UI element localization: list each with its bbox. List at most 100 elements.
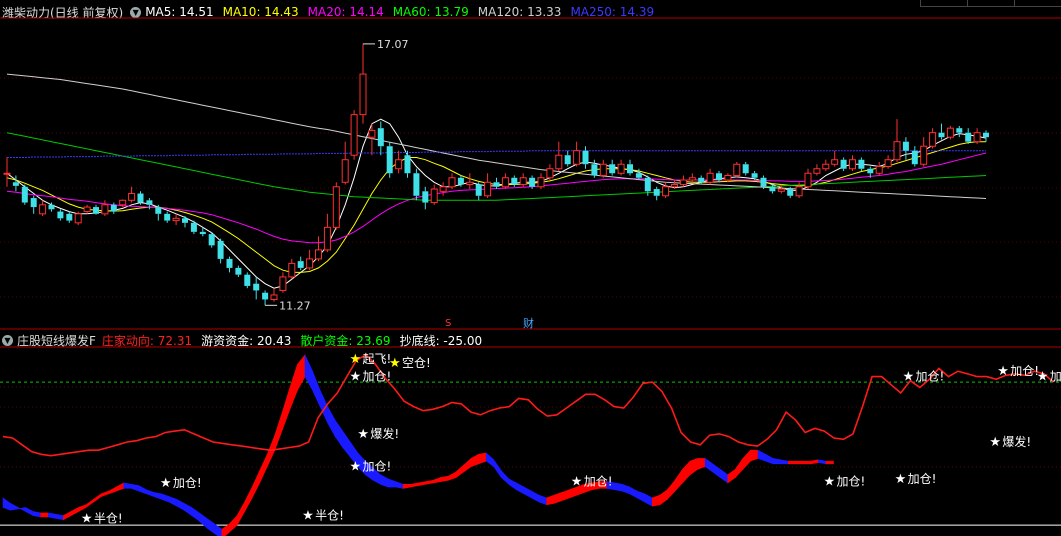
candle bbox=[66, 211, 73, 223]
signal-label: ★加仓! bbox=[350, 460, 392, 475]
candle-body bbox=[466, 181, 474, 186]
candle-body bbox=[164, 213, 171, 221]
candle bbox=[582, 146, 589, 169]
band-segment bbox=[463, 457, 472, 473]
candle bbox=[742, 161, 749, 176]
candle-body bbox=[973, 132, 981, 143]
candle bbox=[155, 204, 162, 221]
candle bbox=[983, 130, 989, 142]
star-icon: ★ bbox=[357, 427, 369, 442]
candle bbox=[679, 175, 687, 187]
signal-label: ★加仓! bbox=[160, 476, 202, 491]
candle-body bbox=[350, 114, 358, 156]
band-segment bbox=[712, 463, 721, 479]
candle-body bbox=[48, 204, 55, 210]
star-icon: ★ bbox=[350, 460, 362, 475]
candle-body bbox=[867, 168, 874, 174]
candle-body bbox=[341, 159, 349, 183]
candle-body bbox=[315, 249, 322, 260]
signal-text: 半仓! bbox=[94, 511, 123, 525]
candle bbox=[3, 157, 11, 187]
candle bbox=[555, 141, 563, 171]
candle-body bbox=[262, 292, 269, 300]
candle-body bbox=[128, 193, 136, 201]
band-segment bbox=[402, 483, 412, 489]
band-segment bbox=[417, 481, 427, 487]
candle-body bbox=[39, 204, 47, 215]
candle-body bbox=[279, 276, 287, 291]
candle-body bbox=[546, 168, 554, 179]
candle bbox=[609, 159, 616, 176]
candle-body bbox=[457, 177, 464, 185]
candle-body bbox=[377, 128, 384, 147]
candle-body bbox=[920, 145, 928, 165]
candle bbox=[262, 290, 269, 306]
band-segment bbox=[10, 502, 19, 511]
candle bbox=[270, 288, 278, 302]
band-segment bbox=[682, 460, 691, 484]
signal-label: ★加仓! bbox=[903, 370, 945, 385]
candle-body bbox=[751, 173, 758, 178]
band-segment bbox=[516, 482, 525, 495]
candle bbox=[74, 211, 82, 226]
band-segment bbox=[229, 514, 238, 533]
chart-canvas: 17.0711.27S 财 ★ 半仓!★ 加仓!★ 半仓!★ 加仓!★ 爆发!★ 加仓!★ 起飞… bbox=[0, 17, 1061, 536]
candle-body bbox=[582, 150, 589, 165]
candle bbox=[386, 141, 393, 178]
candle-body bbox=[172, 217, 180, 222]
signal-text: 加仓! bbox=[1010, 364, 1039, 378]
star-icon: ★ bbox=[81, 511, 93, 526]
candle-body bbox=[813, 168, 821, 174]
star-icon: ★ bbox=[350, 352, 362, 367]
candle-body bbox=[511, 177, 518, 185]
candle bbox=[902, 137, 909, 160]
candle-body bbox=[475, 184, 482, 196]
high-price-label: 17.07 bbox=[377, 38, 409, 51]
candle bbox=[395, 150, 403, 174]
candle-body bbox=[591, 164, 598, 176]
band-segment bbox=[115, 482, 125, 492]
band-segment bbox=[100, 490, 109, 497]
candle-body bbox=[270, 294, 278, 300]
candle-body bbox=[519, 177, 527, 186]
event-mark-cai: 财 bbox=[523, 316, 534, 330]
candle-body bbox=[627, 164, 633, 174]
candle bbox=[101, 200, 109, 217]
candle-body bbox=[74, 213, 82, 224]
low-price-label: 11.27 bbox=[279, 299, 311, 312]
signal-text: 爆发! bbox=[1002, 434, 1031, 449]
candle-body bbox=[448, 177, 456, 188]
candle-body bbox=[430, 188, 438, 204]
band-segment bbox=[629, 486, 638, 499]
band-segment bbox=[259, 454, 268, 484]
candle bbox=[315, 236, 322, 262]
candle-body bbox=[555, 154, 563, 170]
band-segment bbox=[380, 474, 389, 488]
band-segment bbox=[772, 458, 781, 465]
signal-text: 爆发! bbox=[370, 426, 399, 441]
candle-body bbox=[573, 150, 581, 165]
signal-text: 半仓! bbox=[315, 509, 344, 523]
candle-body bbox=[965, 132, 972, 142]
band-segment bbox=[161, 493, 170, 503]
candle bbox=[350, 110, 358, 160]
signal-label: ★ 半仓! bbox=[81, 511, 123, 526]
candle-body bbox=[297, 261, 304, 268]
candle-body bbox=[983, 132, 989, 138]
candle bbox=[716, 171, 722, 183]
band-segment bbox=[508, 478, 517, 491]
band-segment bbox=[448, 471, 457, 481]
candle-body bbox=[368, 129, 376, 138]
band-segment bbox=[810, 459, 819, 465]
band-segment bbox=[191, 506, 200, 522]
signal-text: 加仓! bbox=[1050, 370, 1061, 384]
candle-body bbox=[30, 198, 37, 208]
band-segment bbox=[765, 453, 774, 465]
candle bbox=[920, 137, 928, 167]
band-segment bbox=[735, 457, 744, 479]
indicator-red-line bbox=[2, 353, 1055, 457]
signal-text: 空仓! bbox=[402, 356, 431, 370]
band-segment bbox=[168, 496, 177, 507]
signal-text: 加仓! bbox=[173, 476, 202, 490]
band-segment bbox=[108, 486, 117, 495]
